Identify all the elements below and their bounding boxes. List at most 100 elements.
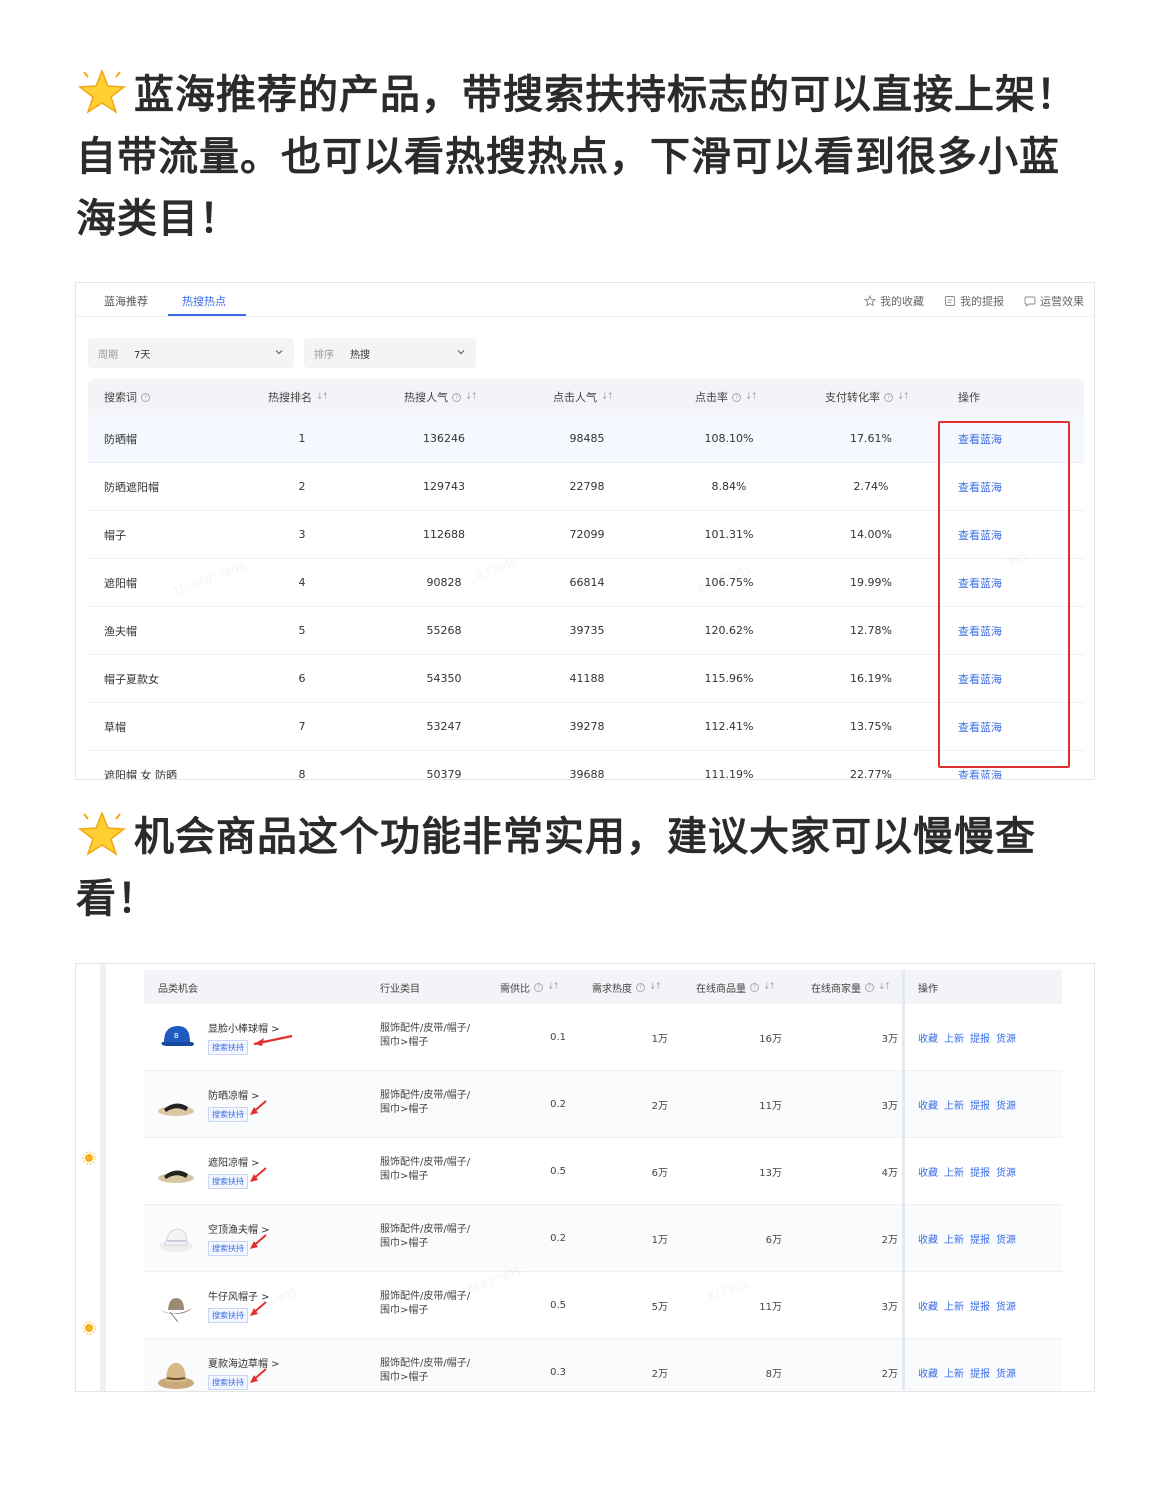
sort-icon[interactable]: ↓↑ [601, 392, 614, 402]
search-support-badge: 搜索扶持 [208, 1040, 248, 1055]
help-icon[interactable]: ? [884, 392, 893, 402]
favorite-link[interactable]: 收藏 [918, 1030, 938, 1045]
clicks-cell: 98485 [569, 432, 605, 445]
sun-icon [82, 1321, 96, 1335]
submit-link[interactable]: 提报 [970, 1164, 990, 1179]
clicks-cell: 22798 [569, 480, 605, 493]
hot-search-table: 搜索词? 热搜排名 ↓↑ 热搜人气? ↓↑ 点击人气 ↓↑ 点击率? ↓↑ 支付转化率?… [88, 379, 1084, 780]
col-rank[interactable]: 热搜排名 ↓↑ [268, 379, 329, 415]
industry-cell: 服饰配件/皮带/帽子/围巾>帽子 [380, 1157, 471, 1182]
favorite-link[interactable]: 收藏 [918, 1298, 938, 1313]
sort-select[interactable]: 排序 热搜 [304, 338, 476, 368]
conversion-cell: 13.75% [850, 720, 892, 733]
sourcing-link[interactable]: 货源 [996, 1365, 1016, 1380]
tab-bar: 蓝海推荐 热搜热点 我的收藏 我的提报 运营效果 [76, 283, 1094, 317]
my-favorites-link[interactable]: 我的收藏 [864, 293, 924, 309]
search-support-badge: 搜索扶持 [208, 1174, 248, 1189]
online-items-cell: 16万 [759, 1033, 782, 1045]
sort-icon[interactable]: ↓↑ [547, 982, 560, 992]
help-icon[interactable]: ? [750, 982, 759, 992]
submit-link[interactable]: 提报 [970, 1231, 990, 1246]
col-merchants[interactable]: 在线商家量? ↓↑ [811, 970, 891, 1004]
favorite-link[interactable]: 收藏 [918, 1231, 938, 1246]
list-new-link[interactable]: 上新 [944, 1231, 964, 1246]
sourcing-link[interactable]: 货源 [996, 1231, 1016, 1246]
red-arrow-icon [248, 1233, 270, 1251]
submit-link[interactable]: 提报 [970, 1097, 990, 1112]
ops-effect-label: 运营效果 [1040, 295, 1084, 308]
col-online-items[interactable]: 在线商品量? ↓↑ [696, 970, 776, 1004]
sort-icon[interactable]: ↓↑ [763, 982, 776, 992]
ctr-cell: 111.19% [704, 768, 754, 780]
submit-link[interactable]: 提报 [970, 1030, 990, 1045]
help-icon[interactable]: ? [534, 982, 543, 992]
sort-icon[interactable]: ↓↑ [897, 392, 910, 402]
list-new-link[interactable]: 上新 [944, 1365, 964, 1380]
ratio-cell: 0.2 [550, 1098, 566, 1110]
col-ctr[interactable]: 点击率? ↓↑ [695, 379, 758, 415]
col-clicks[interactable]: 点击人气 ↓↑ [553, 379, 614, 415]
keyword-cell: 帽子夏款女 [104, 672, 159, 686]
period-value: 7天 [134, 349, 151, 361]
col-popularity[interactable]: 热搜人气? ↓↑ [404, 379, 478, 415]
row-actions: 收藏 上新 提报 货源 [918, 1071, 1016, 1137]
sourcing-link[interactable]: 货源 [996, 1298, 1016, 1313]
col-keyword[interactable]: 搜索词? [104, 379, 150, 415]
conversion-cell: 2.74% [853, 480, 889, 493]
col-action: 操作 [918, 983, 938, 995]
help-icon[interactable]: ? [865, 982, 874, 992]
list-new-link[interactable]: 上新 [944, 1298, 964, 1313]
rank-cell: 8 [298, 768, 306, 780]
red-arrow-icon [248, 1367, 270, 1385]
search-support-badge: 搜索扶持 [208, 1107, 248, 1122]
favorite-link[interactable]: 收藏 [918, 1164, 938, 1179]
list-new-link[interactable]: 上新 [944, 1030, 964, 1045]
row-actions: 收藏 上新 提报 货源 [918, 1205, 1016, 1271]
tab-hot-search[interactable]: 热搜热点 [182, 293, 226, 309]
col-heat[interactable]: 需求热度? ↓↑ [592, 970, 662, 1004]
help-icon[interactable]: ? [141, 392, 150, 402]
table-body: 防晒帽 1 136246 98485 108.10% 17.61% 查看蓝海 防晒遮阳帽 2 12… [88, 415, 1084, 780]
list-new-link[interactable]: 上新 [944, 1164, 964, 1179]
table-header: 品类机会 行业类目 需供比? ↓↑ 需求热度? ↓↑ 在线商品量? ↓↑ 在线商家量?… [144, 970, 1062, 1004]
search-support-badge: 搜索扶持 [208, 1241, 248, 1256]
rank-cell: 3 [298, 528, 306, 541]
clicks-cell: 66814 [569, 576, 605, 589]
favorite-link[interactable]: 收藏 [918, 1097, 938, 1112]
my-favorites-label: 我的收藏 [880, 295, 924, 308]
favorite-link[interactable]: 收藏 [918, 1365, 938, 1380]
col-conversion[interactable]: 支付转化率? ↓↑ [825, 379, 910, 415]
heat-cell: 2万 [651, 1368, 668, 1380]
sourcing-link[interactable]: 货源 [996, 1164, 1016, 1179]
tab-blue-ocean[interactable]: 蓝海推荐 [104, 293, 148, 309]
keyword-cell: 帽子 [104, 528, 126, 542]
submit-link[interactable]: 提报 [970, 1298, 990, 1313]
popularity-cell: 112688 [423, 528, 465, 541]
top-links: 我的收藏 我的提报 运营效果 [864, 293, 1084, 309]
sort-icon[interactable]: ↓↑ [878, 982, 891, 992]
sourcing-link[interactable]: 货源 [996, 1030, 1016, 1045]
col-ratio[interactable]: 需供比? ↓↑ [500, 970, 560, 1004]
popularity-cell: 136246 [423, 432, 465, 445]
sort-icon[interactable]: ↓↑ [465, 392, 478, 402]
help-icon[interactable]: ? [732, 392, 741, 402]
list-new-link[interactable]: 上新 [944, 1097, 964, 1112]
period-select[interactable]: 周期 7天 [88, 338, 294, 368]
rank-cell: 1 [298, 432, 306, 445]
active-tab-indicator [168, 314, 246, 316]
help-icon[interactable]: ? [452, 392, 461, 402]
clicks-cell: 39278 [569, 720, 605, 733]
submit-link[interactable]: 提报 [970, 1365, 990, 1380]
sort-icon[interactable]: ↓↑ [649, 982, 662, 992]
sort-icon[interactable]: ↓↑ [316, 392, 329, 402]
help-icon[interactable]: ? [636, 982, 645, 992]
my-reports-link[interactable]: 我的提报 [944, 293, 1004, 309]
keyword-cell: 防晒遮阳帽 [104, 480, 159, 494]
merchants-cell: 2万 [881, 1234, 898, 1246]
heading-text: 蓝海推荐的产品，带搜索扶持标志的可以直接上架！自带流量。也可以看热搜热点，下滑可… [76, 72, 1077, 242]
col-clicks-label: 点击人气 [553, 391, 597, 404]
ops-effect-link[interactable]: 运营效果 [1024, 293, 1084, 309]
sort-icon[interactable]: ↓↑ [745, 392, 758, 402]
sourcing-link[interactable]: 货源 [996, 1097, 1016, 1112]
heat-cell: 1万 [651, 1033, 668, 1045]
